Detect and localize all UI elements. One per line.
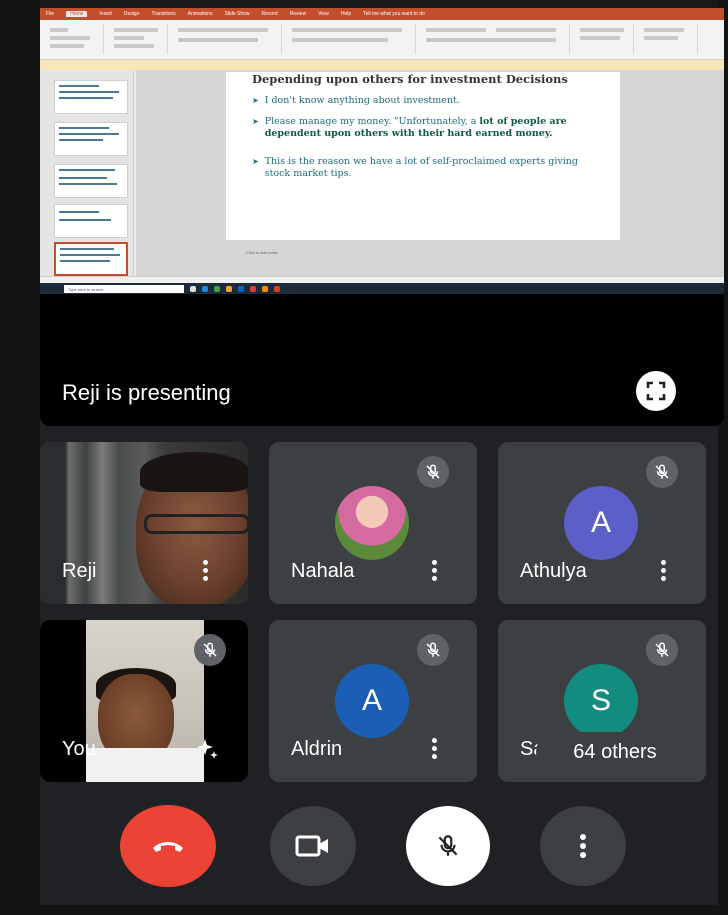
slide-editor: Depending upon others for investment Dec… xyxy=(136,70,724,276)
participant-tile-nahala[interactable]: Nahala xyxy=(269,442,477,604)
video-camera-icon xyxy=(295,835,328,857)
bullet-arrow-icon: ➤ xyxy=(252,117,259,126)
status-bar xyxy=(40,276,724,283)
others-count-button[interactable]: 64 others xyxy=(536,732,694,772)
taskbar-app-icon xyxy=(274,285,280,292)
participant-body xyxy=(86,748,204,782)
notice-bar xyxy=(40,60,724,70)
left-edge xyxy=(0,0,40,915)
more-options-button[interactable] xyxy=(540,806,626,886)
participant-initial-avatar: A xyxy=(335,664,409,738)
mic-off-icon xyxy=(646,456,678,488)
ribbon-tab: Insert xyxy=(99,11,112,17)
fullscreen-icon xyxy=(646,381,666,401)
bullet-arrow-icon: ➤ xyxy=(252,157,259,166)
end-call-button[interactable] xyxy=(120,805,216,887)
participant-name: Athulya xyxy=(520,560,587,582)
mic-off-icon xyxy=(646,634,678,666)
hang-up-icon xyxy=(153,842,183,852)
slide-bullet: ➤ I don't know anything about investment… xyxy=(252,95,594,107)
taskbar-search: Type here to search xyxy=(64,284,184,293)
mic-toggle-button[interactable] xyxy=(406,806,490,886)
more-options-button[interactable] xyxy=(429,738,439,764)
ribbon-tab: Record xyxy=(261,11,278,17)
visual-effects-button[interactable] xyxy=(190,732,224,766)
slide-title: Depending upon others for investment Dec… xyxy=(252,72,568,86)
ribbon-tab: Transitions xyxy=(151,11,176,17)
more-vert-icon xyxy=(580,834,586,858)
more-options-button[interactable] xyxy=(429,560,439,586)
slide-bullet: ➤ Please manage my money. "Unfortunately… xyxy=(252,116,594,140)
bottom-strip xyxy=(0,905,728,915)
presentation-card[interactable]: File Home Insert Design Transitions Animation… xyxy=(40,8,724,426)
notes-placeholder: Click to add notes xyxy=(246,250,278,255)
ribbon-tab: Animations xyxy=(187,11,213,17)
participant-name: Nahala xyxy=(291,560,355,582)
mic-off-icon xyxy=(417,634,449,666)
participant-glasses xyxy=(144,514,248,534)
taskbar-app-icon xyxy=(262,285,268,292)
slide-thumbnails xyxy=(40,70,134,276)
taskbar-app-icon xyxy=(250,285,256,292)
taskbar-app-icon xyxy=(190,285,196,292)
participant-tile-reji[interactable]: Reji xyxy=(40,442,248,604)
taskbar-app-icon xyxy=(214,285,220,292)
top-strip xyxy=(0,0,728,8)
bullet-text: Please manage my money. "Unfortunately, … xyxy=(264,116,480,127)
shared-screen: File Home Insert Design Transitions Animation… xyxy=(40,8,724,294)
bullet-arrow-icon: ➤ xyxy=(252,96,259,105)
mic-off-icon xyxy=(438,835,458,856)
participant-initial-avatar: S xyxy=(564,664,638,738)
windows-taskbar: Type here to search xyxy=(40,283,724,294)
participant-hair xyxy=(140,452,248,492)
participant-initial-avatar: A xyxy=(564,486,638,560)
bullet-text: This is the reason we have a lot of self… xyxy=(264,156,578,179)
current-slide: Depending upon others for investment Dec… xyxy=(226,72,620,240)
ribbon-tab: Design xyxy=(123,11,140,17)
participant-tile-you[interactable]: You xyxy=(40,620,248,782)
ribbon-tabs: File Home Insert Design Transitions Animation… xyxy=(40,8,724,20)
ribbon-tab: Slide Show xyxy=(224,11,250,17)
more-options-button[interactable] xyxy=(658,560,668,586)
taskbar-app-icon xyxy=(238,285,244,292)
ribbon-tab: Tell me what you want to do xyxy=(363,11,425,17)
participant-tile-athulya[interactable]: A Athulya xyxy=(498,442,706,604)
fullscreen-button[interactable] xyxy=(636,371,676,411)
bullet-text: I don't know anything about investment. xyxy=(264,95,460,106)
ribbon-tab: File xyxy=(46,11,55,17)
presenter-label: Reji is presenting xyxy=(62,380,231,405)
ribbon-body xyxy=(40,20,724,60)
slide-bullet: ➤ This is the reason we have a lot of se… xyxy=(252,156,594,180)
ribbon-tab: Home xyxy=(66,11,88,17)
sparkle-icon xyxy=(197,739,218,759)
participant-name: You xyxy=(62,738,96,760)
camera-toggle-button[interactable] xyxy=(270,806,356,886)
participant-photo-avatar xyxy=(335,486,409,560)
ribbon-tab: Review xyxy=(289,11,307,17)
mic-off-icon xyxy=(194,634,226,666)
ribbon-tab: View xyxy=(318,11,329,17)
ribbon-tab: Help xyxy=(340,11,352,17)
taskbar-app-icon xyxy=(226,285,232,292)
more-options-button[interactable] xyxy=(200,560,210,586)
taskbar-app-icon xyxy=(202,285,208,292)
participant-name: Aldrin xyxy=(291,738,343,760)
participant-name: Reji xyxy=(62,560,97,582)
participant-tile-aldrin[interactable]: A Aldrin xyxy=(269,620,477,782)
mic-off-icon xyxy=(417,456,449,488)
